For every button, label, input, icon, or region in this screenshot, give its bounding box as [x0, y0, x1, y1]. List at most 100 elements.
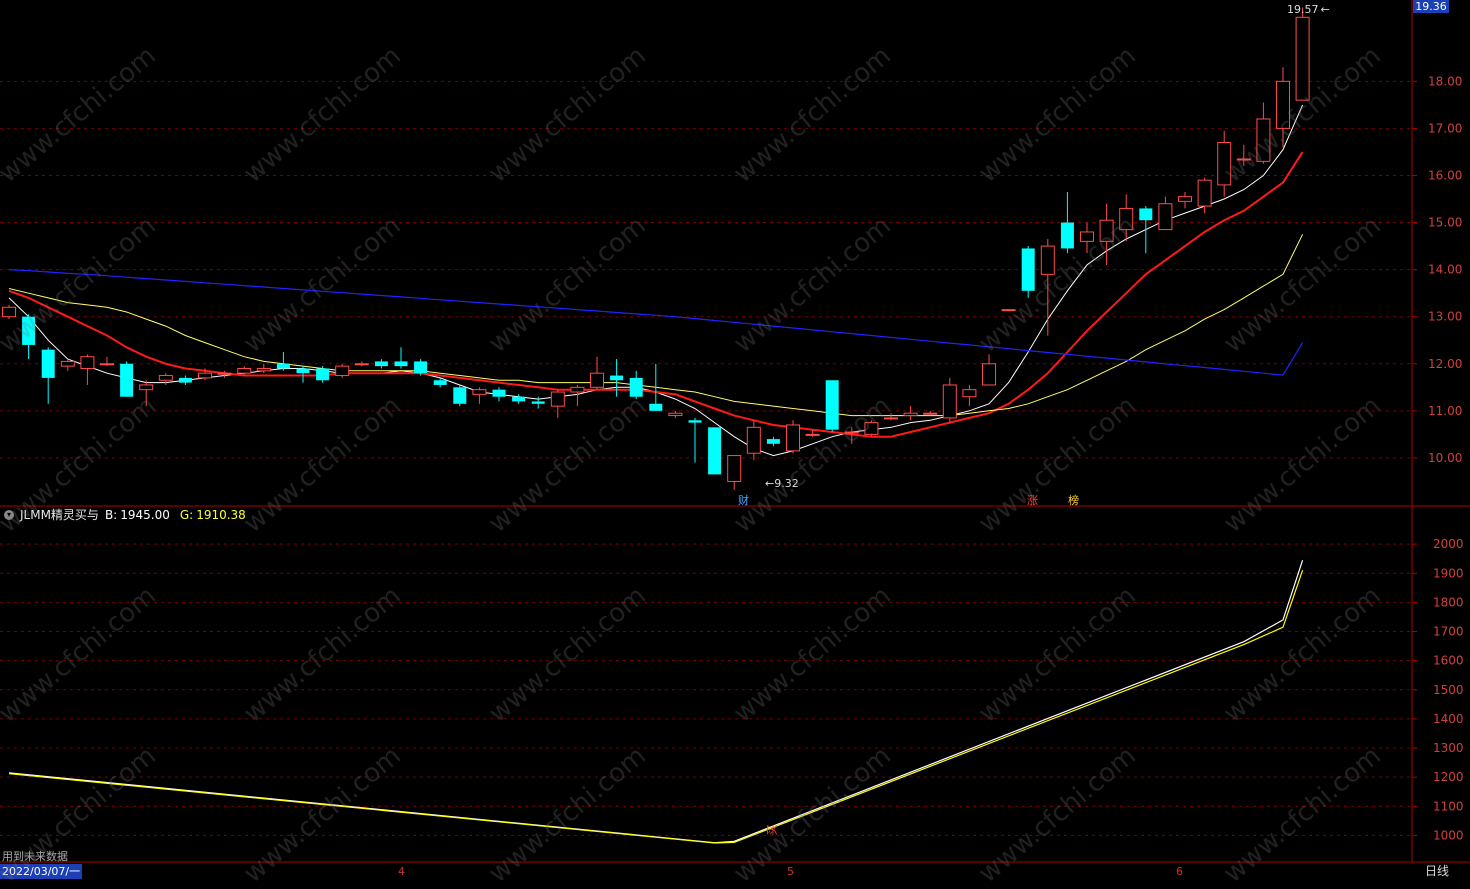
candle: [276, 352, 290, 371]
tag-cai[interactable]: 财: [738, 492, 749, 508]
candle-body-down: [41, 349, 55, 378]
candle-body-down: [296, 368, 310, 374]
price-tick-label: 11.00: [1428, 404, 1462, 418]
indicator-tick-label: 1400: [1433, 712, 1464, 726]
candle-body-down: [316, 368, 330, 381]
candle-body-down: [688, 420, 702, 423]
candle: [1021, 246, 1035, 298]
indicator-tick-label: 1200: [1433, 770, 1464, 784]
candle-body-up: [472, 389, 487, 395]
candle: [610, 359, 624, 397]
candle: [414, 359, 428, 376]
candle-body-up: [727, 455, 742, 482]
candle: [41, 347, 55, 404]
candle-body-up: [237, 367, 252, 374]
candle-body-down: [708, 427, 722, 475]
candle-body-up: [100, 363, 114, 366]
chart-frame: [0, 0, 1470, 863]
candle: [1139, 206, 1153, 254]
month-tick-6: 6: [1176, 865, 1183, 878]
candle-body-down: [276, 363, 290, 369]
price-tick-label: 14.00: [1428, 263, 1462, 277]
candle: [1295, 7, 1310, 101]
candle-body-up: [1099, 219, 1114, 242]
candle-body-up: [1001, 309, 1016, 312]
candle: [864, 420, 879, 437]
candle-body-up: [1256, 118, 1271, 162]
future-data-note: 用到未来数据: [2, 850, 68, 863]
candle-body-up: [80, 356, 95, 369]
price-tick-label: 17.00: [1428, 121, 1462, 135]
indicator-g-label: G:: [179, 507, 194, 522]
candle-body-down: [414, 361, 428, 374]
candle: [178, 375, 192, 385]
candle-body-up: [746, 426, 761, 454]
candle-body-up: [884, 417, 898, 420]
candle-body-up: [550, 391, 565, 407]
indicator-line-g: [8, 570, 1304, 844]
candle-body-down: [22, 316, 36, 345]
candle-body-up: [1040, 245, 1055, 275]
candle-body-down: [512, 396, 526, 402]
candle: [394, 347, 408, 369]
candle-body-down: [1060, 222, 1074, 249]
candle-body-down: [374, 361, 388, 367]
price-tick-label: 18.00: [1428, 74, 1462, 88]
candle: [1080, 222, 1094, 254]
price-tick-label: 12.00: [1428, 357, 1462, 371]
candle-body-down: [178, 377, 192, 383]
candle: [1256, 102, 1271, 164]
period-selector[interactable]: 日线: [1425, 864, 1449, 879]
tag-zhang[interactable]: 涨: [1027, 492, 1038, 508]
candle: [550, 389, 565, 418]
indicator-name: JLMM精灵买与: [20, 508, 99, 522]
candle: [374, 359, 388, 369]
candle-body-up: [570, 386, 585, 393]
candle: [453, 384, 467, 407]
candle-body-up: [1080, 231, 1094, 242]
candle: [825, 380, 839, 433]
candle-body-up: [864, 422, 879, 435]
candle: [766, 436, 780, 447]
candle: [786, 420, 800, 454]
candle-body-up: [1217, 142, 1232, 186]
tag-bang[interactable]: 榜: [1068, 492, 1079, 508]
candle-body-up: [923, 412, 938, 415]
candle-body-up: [335, 365, 350, 377]
candle-body-up: [256, 367, 271, 372]
candle-body-up: [962, 389, 977, 398]
candle: [2, 304, 16, 320]
candle: [120, 361, 134, 397]
candle-body-up: [844, 431, 859, 434]
indicator-g-value: 1910.38: [196, 507, 246, 522]
candle-body-down: [120, 363, 134, 397]
candle: [1040, 239, 1055, 336]
candle: [903, 406, 918, 421]
candle: [354, 361, 369, 367]
candle: [22, 314, 36, 360]
candle-body-down: [531, 401, 545, 404]
price-axis: 10.00 11.00 12.00 13.00 14.00 15.00 16.00 17.00…: [1412, 74, 1464, 842]
candle: [746, 420, 761, 461]
candle-body-up: [1276, 80, 1290, 129]
indicator-tick-label: 1500: [1433, 683, 1464, 697]
candle-body-up: [2, 306, 16, 318]
candlesticks[interactable]: [2, 7, 1310, 490]
candle-body-up: [668, 412, 683, 417]
candle-body-up: [217, 372, 232, 375]
candle: [727, 455, 742, 490]
candle-body-down: [1021, 248, 1035, 291]
candle: [629, 370, 643, 400]
candle-body-down: [492, 389, 506, 397]
indicator-tick-label: 1900: [1433, 566, 1464, 580]
indicator-tick-label: 1700: [1433, 625, 1464, 639]
indicator-tick-label: 1100: [1433, 799, 1464, 813]
collapse-icon[interactable]: ▾: [4, 509, 14, 520]
candle: [158, 373, 173, 385]
candle-body-up: [354, 363, 369, 366]
candle-body-down: [629, 377, 643, 397]
candle-body-up: [942, 384, 957, 419]
main-price-grid: [0, 80, 1412, 459]
indicator-grid: [0, 543, 1412, 836]
candle-body-down: [610, 375, 624, 381]
